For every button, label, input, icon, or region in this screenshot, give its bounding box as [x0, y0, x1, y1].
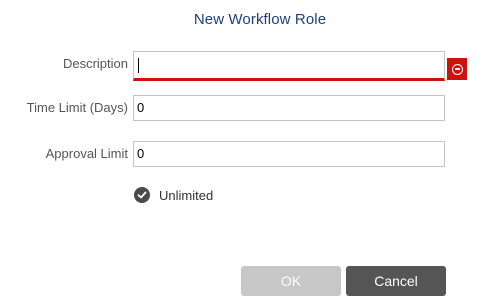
cancel-button[interactable]: Cancel: [346, 266, 446, 296]
approval-limit-value: 0: [137, 146, 145, 161]
time-limit-value: 0: [137, 100, 145, 115]
approval-limit-label: Approval Limit: [45, 146, 128, 161]
checkmark-icon[interactable]: [134, 187, 150, 203]
time-limit-label: Time Limit (Days): [26, 100, 128, 115]
new-workflow-role-dialog: New Workflow Role Description Time Limit…: [0, 0, 488, 306]
description-field[interactable]: [133, 51, 445, 81]
unlimited-checkbox[interactable]: Unlimited: [134, 187, 213, 203]
dialog-title: New Workflow Role: [193, 11, 327, 28]
time-limit-field[interactable]: 0: [133, 95, 445, 121]
error-icon: [447, 58, 467, 80]
approval-limit-field[interactable]: 0: [133, 141, 445, 167]
text-caret: [138, 57, 139, 73]
minus-circle-icon: [451, 63, 463, 75]
unlimited-label: Unlimited: [159, 187, 214, 203]
description-label: Description: [62, 56, 128, 71]
ok-button[interactable]: OK: [241, 266, 341, 296]
